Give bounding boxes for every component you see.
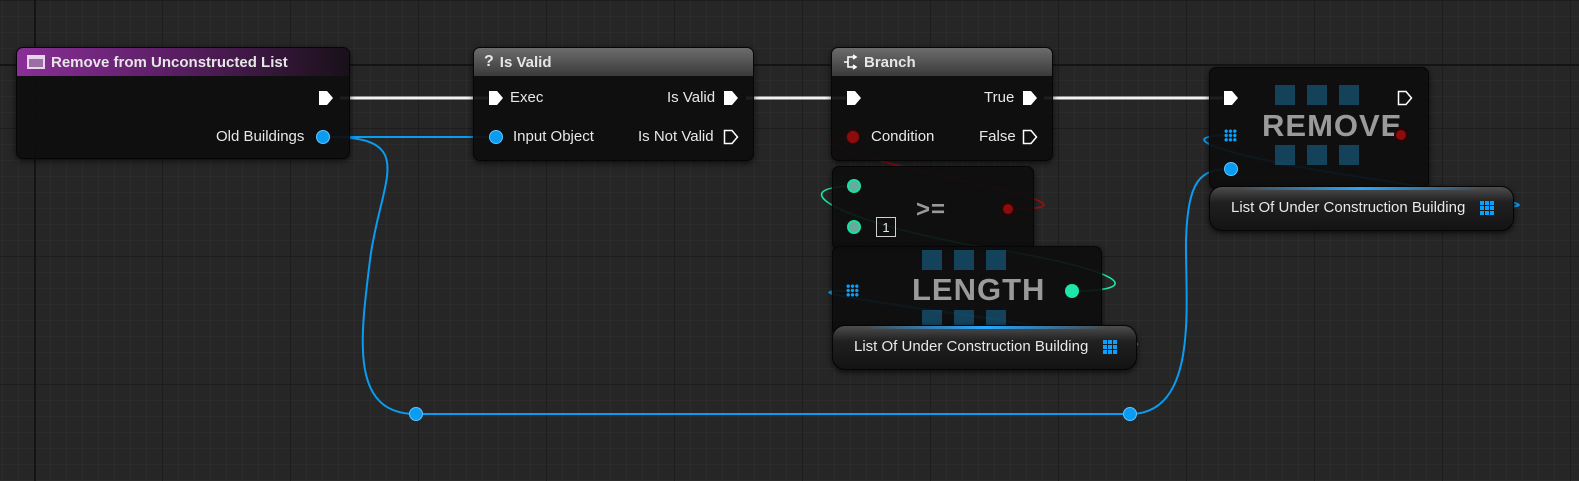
remove-exec-in-pin-icon[interactable] bbox=[1223, 90, 1239, 106]
false-label: False bbox=[979, 128, 1016, 145]
variable-label: List Of Under Construction Building bbox=[854, 338, 1089, 355]
branch-exec-in-pin-icon[interactable] bbox=[846, 90, 862, 106]
length-array-in-pin[interactable] bbox=[846, 284, 859, 297]
is-not-valid-exec-out-pin-icon[interactable] bbox=[723, 129, 739, 145]
remove-item-pin[interactable] bbox=[1224, 162, 1238, 176]
length-title: LENGTH bbox=[912, 272, 1046, 307]
true-exec-out-pin-icon[interactable] bbox=[1022, 90, 1038, 106]
compare-b-pin[interactable] bbox=[847, 220, 861, 234]
node-title: Branch bbox=[864, 53, 916, 71]
reroute-node-left[interactable] bbox=[409, 407, 423, 421]
compare-operator: >= bbox=[916, 196, 947, 223]
object-wire-old-buildings-to-reroute bbox=[329, 136, 417, 415]
variable-array-out-pin[interactable] bbox=[1480, 201, 1494, 215]
exec-in-pin-icon[interactable] bbox=[488, 90, 504, 106]
old-buildings-label: Old Buildings bbox=[216, 128, 305, 145]
exec-label: Exec bbox=[510, 89, 544, 106]
compare-b-default-value[interactable]: 1 bbox=[876, 217, 896, 237]
is-not-valid-out-label: Is Not Valid bbox=[638, 128, 714, 145]
variable-array-out-pin[interactable] bbox=[1103, 340, 1117, 354]
reroute-node-right[interactable] bbox=[1123, 407, 1137, 421]
false-exec-out-pin-icon[interactable] bbox=[1022, 129, 1038, 145]
old-buildings-pin[interactable] bbox=[316, 130, 330, 144]
remove-exec-out-pin-icon[interactable] bbox=[1397, 90, 1413, 106]
input-object-pin[interactable] bbox=[489, 130, 503, 144]
node-title: Remove from Unconstructed List bbox=[51, 53, 288, 71]
condition-pin[interactable] bbox=[846, 130, 860, 144]
branch-icon bbox=[844, 54, 858, 70]
node-header[interactable]: Remove from Unconstructed List bbox=[17, 48, 349, 76]
true-label: True bbox=[984, 89, 1015, 106]
input-object-label: Input Object bbox=[513, 128, 594, 145]
compare-a-pin[interactable] bbox=[847, 179, 861, 193]
remove-result-pin[interactable] bbox=[1394, 128, 1408, 142]
condition-label: Condition bbox=[871, 128, 935, 145]
function-icon bbox=[27, 55, 45, 69]
is-valid-exec-out-pin-icon[interactable] bbox=[723, 90, 739, 106]
node-header[interactable]: ? Is Valid bbox=[474, 48, 753, 76]
variable-label: List Of Under Construction Building bbox=[1231, 199, 1466, 216]
exec-out-pin-icon[interactable] bbox=[318, 90, 334, 106]
node-header[interactable]: Branch bbox=[832, 48, 1052, 76]
is-valid-out-label: Is Valid bbox=[667, 89, 716, 106]
compare-result-pin[interactable] bbox=[1001, 202, 1015, 216]
remove-array-in-pin[interactable] bbox=[1224, 129, 1237, 142]
branch-node[interactable]: Branch bbox=[831, 47, 1053, 161]
length-out-pin[interactable] bbox=[1065, 284, 1079, 298]
node-title: Is Valid bbox=[499, 53, 552, 71]
remove-title: REMOVE bbox=[1262, 108, 1403, 143]
question-icon: ? bbox=[484, 53, 494, 70]
